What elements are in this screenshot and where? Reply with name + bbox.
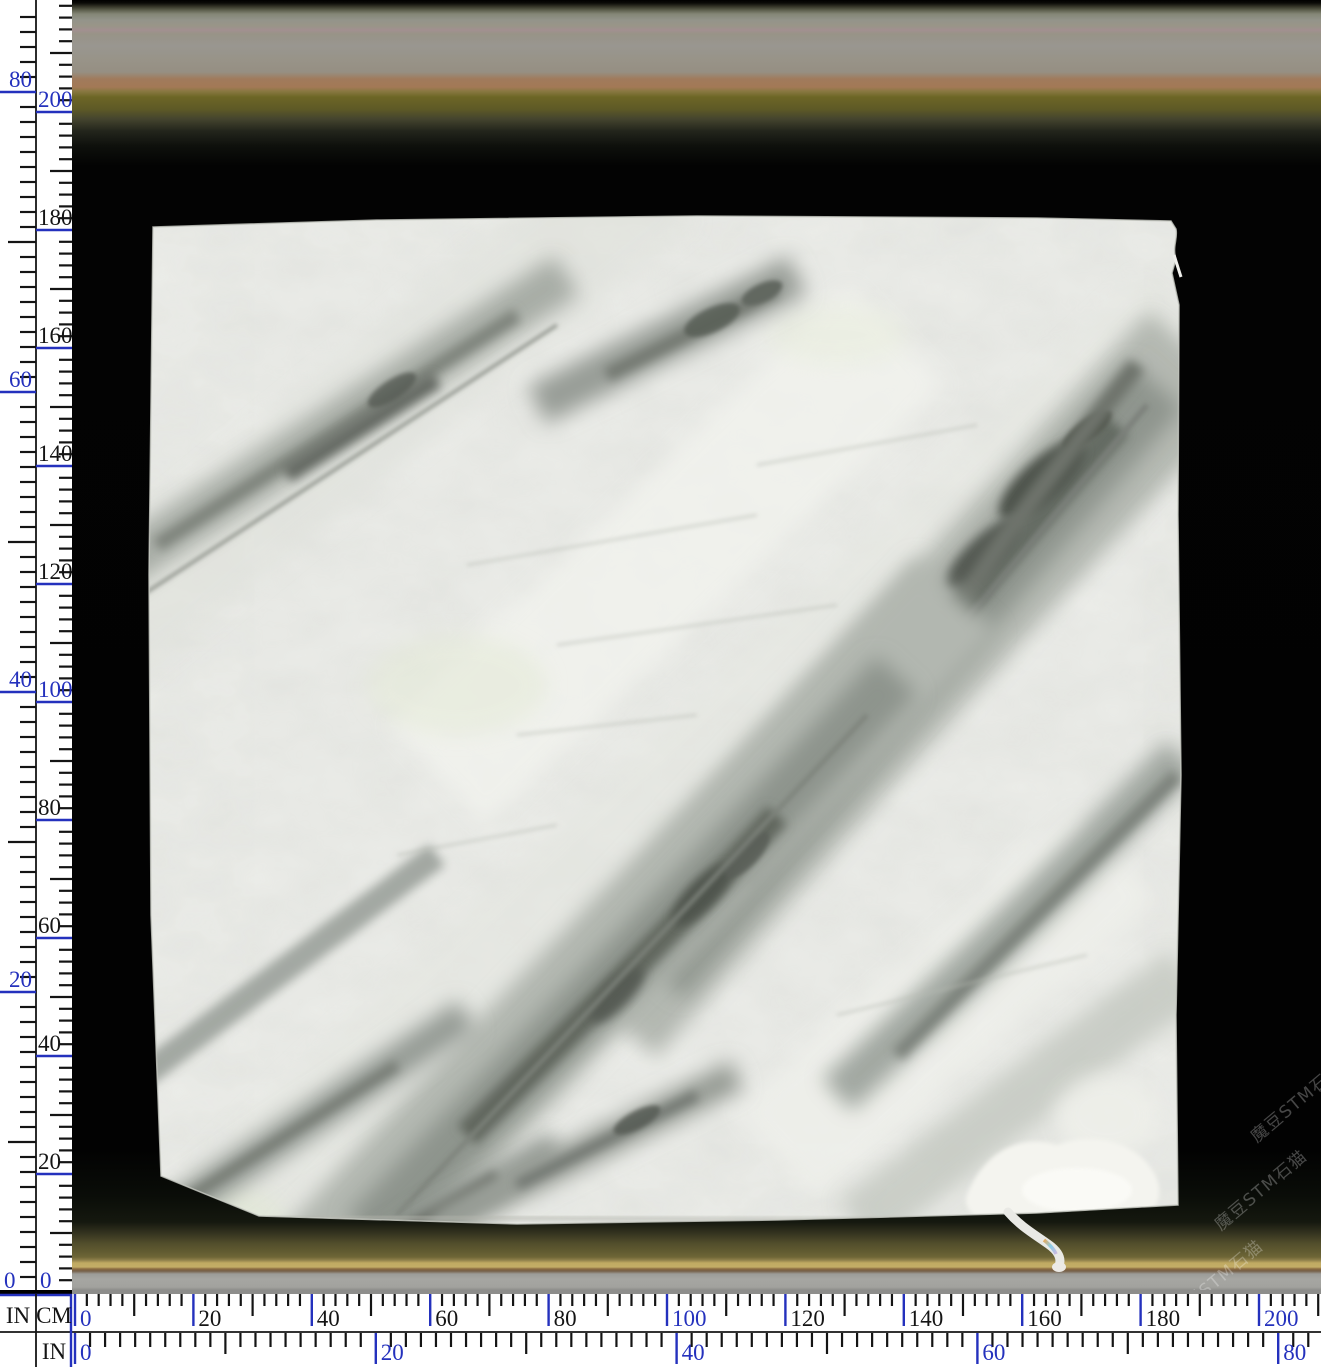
watermark: 魔豆STM石猫 — [1244, 1054, 1321, 1147]
svg-text:60: 60 — [982, 1340, 1005, 1365]
svg-text:180: 180 — [38, 205, 72, 230]
svg-text:80: 80 — [1283, 1340, 1306, 1365]
scan-area[interactable]: 魔豆STM石猫 魔豆STM石猫 魔豆STM石猫 — [72, 0, 1321, 1290]
svg-text:100: 100 — [38, 677, 72, 702]
svg-text:80: 80 — [554, 1306, 577, 1331]
svg-text:160: 160 — [38, 323, 72, 348]
svg-text:20: 20 — [198, 1306, 221, 1331]
svg-text:IN: IN — [6, 1303, 31, 1328]
slab-strap — [1000, 1206, 1090, 1280]
svg-text:200: 200 — [1264, 1306, 1299, 1331]
svg-text:20: 20 — [9, 967, 32, 992]
watermark: 魔豆STM石猫 — [1208, 1142, 1312, 1235]
svg-text:180: 180 — [1146, 1306, 1181, 1331]
svg-text:0: 0 — [40, 1268, 52, 1290]
marble-slab-image — [137, 215, 1185, 1225]
svg-text:40: 40 — [317, 1306, 340, 1331]
svg-text:80: 80 — [38, 795, 61, 820]
svg-text:100: 100 — [672, 1306, 707, 1331]
svg-text:140: 140 — [909, 1306, 944, 1331]
svg-text:140: 140 — [38, 441, 72, 466]
svg-text:120: 120 — [790, 1306, 825, 1331]
svg-text:80: 80 — [9, 67, 32, 92]
svg-text:40: 40 — [682, 1340, 705, 1365]
svg-text:200: 200 — [38, 87, 72, 112]
svg-text:40: 40 — [38, 1031, 61, 1056]
svg-text:20: 20 — [38, 1149, 61, 1174]
watermark: 魔豆STM石猫 — [1164, 1232, 1268, 1290]
svg-text:0: 0 — [80, 1340, 92, 1365]
svg-text:0: 0 — [4, 1268, 16, 1290]
svg-text:0: 0 — [80, 1306, 92, 1331]
svg-text:120: 120 — [38, 559, 72, 584]
svg-text:60: 60 — [435, 1306, 458, 1331]
svg-text:60: 60 — [9, 367, 32, 392]
svg-text:160: 160 — [1027, 1306, 1062, 1331]
ruler-bottom-cm-in: INCMIN0204060801001201401601802000204060… — [0, 1290, 1321, 1367]
ruler-left-cm-in: 20 40 60 80 100 120 140 160 180 200 20 40 60 80 0 0 — [0, 0, 72, 1290]
svg-text:IN: IN — [42, 1339, 67, 1364]
svg-text:40: 40 — [9, 667, 32, 692]
svg-text:60: 60 — [38, 913, 61, 938]
svg-text:20: 20 — [381, 1340, 404, 1365]
svg-text:CM: CM — [36, 1303, 72, 1328]
slab-scanner-view: 魔豆STM石猫 魔豆STM石猫 魔豆STM石猫 20 40 60 80 100 120 14… — [0, 0, 1321, 1367]
slab-edge-fiber — [1174, 255, 1181, 277]
